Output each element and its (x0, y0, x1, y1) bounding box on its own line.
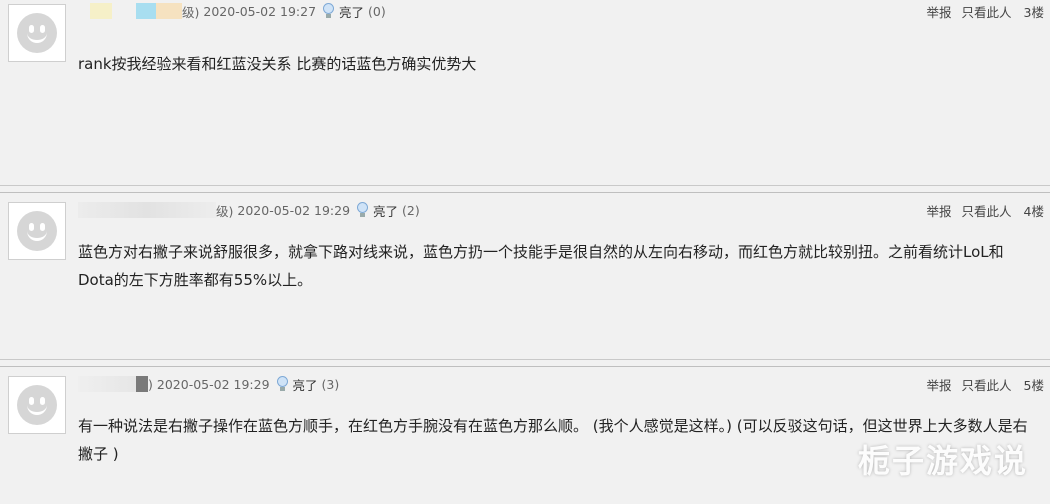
default-avatar-icon (17, 385, 57, 425)
post-meta: 级) 2020-05-02 19:27 亮了 (0) (90, 0, 386, 22)
like-count: (0) (368, 3, 386, 19)
avatar[interactable] (8, 4, 66, 62)
post-divider (0, 192, 1050, 193)
watermark: 栀子游戏说 (857, 442, 1028, 480)
post-datetime: 2020-05-02 19:29 (237, 202, 351, 218)
floor-number: 3楼 (1023, 4, 1044, 20)
default-avatar-icon (17, 13, 57, 53)
report-link[interactable]: 举报 (927, 375, 952, 394)
post-content: rank按我经验来看和红蓝没关系 比赛的话蓝色方确实优势大 (78, 55, 477, 73)
lightbulb-icon[interactable] (322, 3, 335, 19)
post-floor-4: 级) 2020-05-02 19:29 亮了 (2) 举报 只看此人 4楼 蓝色… (0, 192, 1050, 360)
only-author-link[interactable]: 只看此人 (962, 201, 1012, 220)
post-floor-5: ) 2020-05-02 19:29 亮了 (3) 举报 只看此人 5楼 有一种… (0, 366, 1050, 504)
post-actions: 举报 只看此人 5楼 (917, 373, 1044, 395)
report-link[interactable]: 举报 (927, 2, 952, 21)
username-blurred[interactable] (78, 376, 136, 392)
default-avatar-icon (17, 211, 57, 251)
like-button[interactable]: 亮了 (339, 2, 364, 21)
only-author-link[interactable]: 只看此人 (962, 2, 1012, 21)
floor-number: 4楼 (1023, 203, 1044, 219)
post-content: 蓝色方对右撇子来说舒服很多，就拿下路对线来说，蓝色方扔一个技能手是很自然的从左向… (78, 243, 1004, 289)
username-suffix: ) (148, 376, 153, 392)
like-count: (2) (402, 202, 420, 218)
post-actions: 举报 只看此人 4楼 (917, 199, 1044, 221)
report-link[interactable]: 举报 (927, 201, 952, 220)
post-divider (0, 359, 1050, 360)
lightbulb-icon[interactable] (276, 376, 289, 392)
username-blurred[interactable] (90, 3, 112, 19)
only-author-link[interactable]: 只看此人 (962, 375, 1012, 394)
post-divider (0, 366, 1050, 367)
floor-number: 5楼 (1023, 377, 1044, 393)
post-divider (0, 185, 1050, 186)
post-floor-3: 级) 2020-05-02 19:27 亮了 (0) 举报 只看此人 3楼 ra… (0, 0, 1050, 186)
post-actions: 举报 只看此人 3楼 (917, 0, 1044, 22)
username-suffix: 级) (182, 4, 200, 20)
post-meta: 级) 2020-05-02 19:29 亮了 (2) (78, 199, 420, 221)
like-button[interactable]: 亮了 (373, 201, 398, 220)
post-meta: ) 2020-05-02 19:29 亮了 (3) (78, 373, 339, 395)
post-datetime: 2020-05-02 19:29 (156, 376, 270, 392)
avatar[interactable] (8, 376, 66, 434)
username-blurred[interactable] (78, 202, 216, 218)
username-suffix: 级) (216, 203, 234, 219)
post-datetime: 2020-05-02 19:27 (203, 3, 317, 19)
avatar[interactable] (8, 202, 66, 260)
like-count: (3) (321, 376, 340, 392)
like-button[interactable]: 亮了 (293, 375, 318, 394)
lightbulb-icon[interactable] (356, 202, 369, 218)
